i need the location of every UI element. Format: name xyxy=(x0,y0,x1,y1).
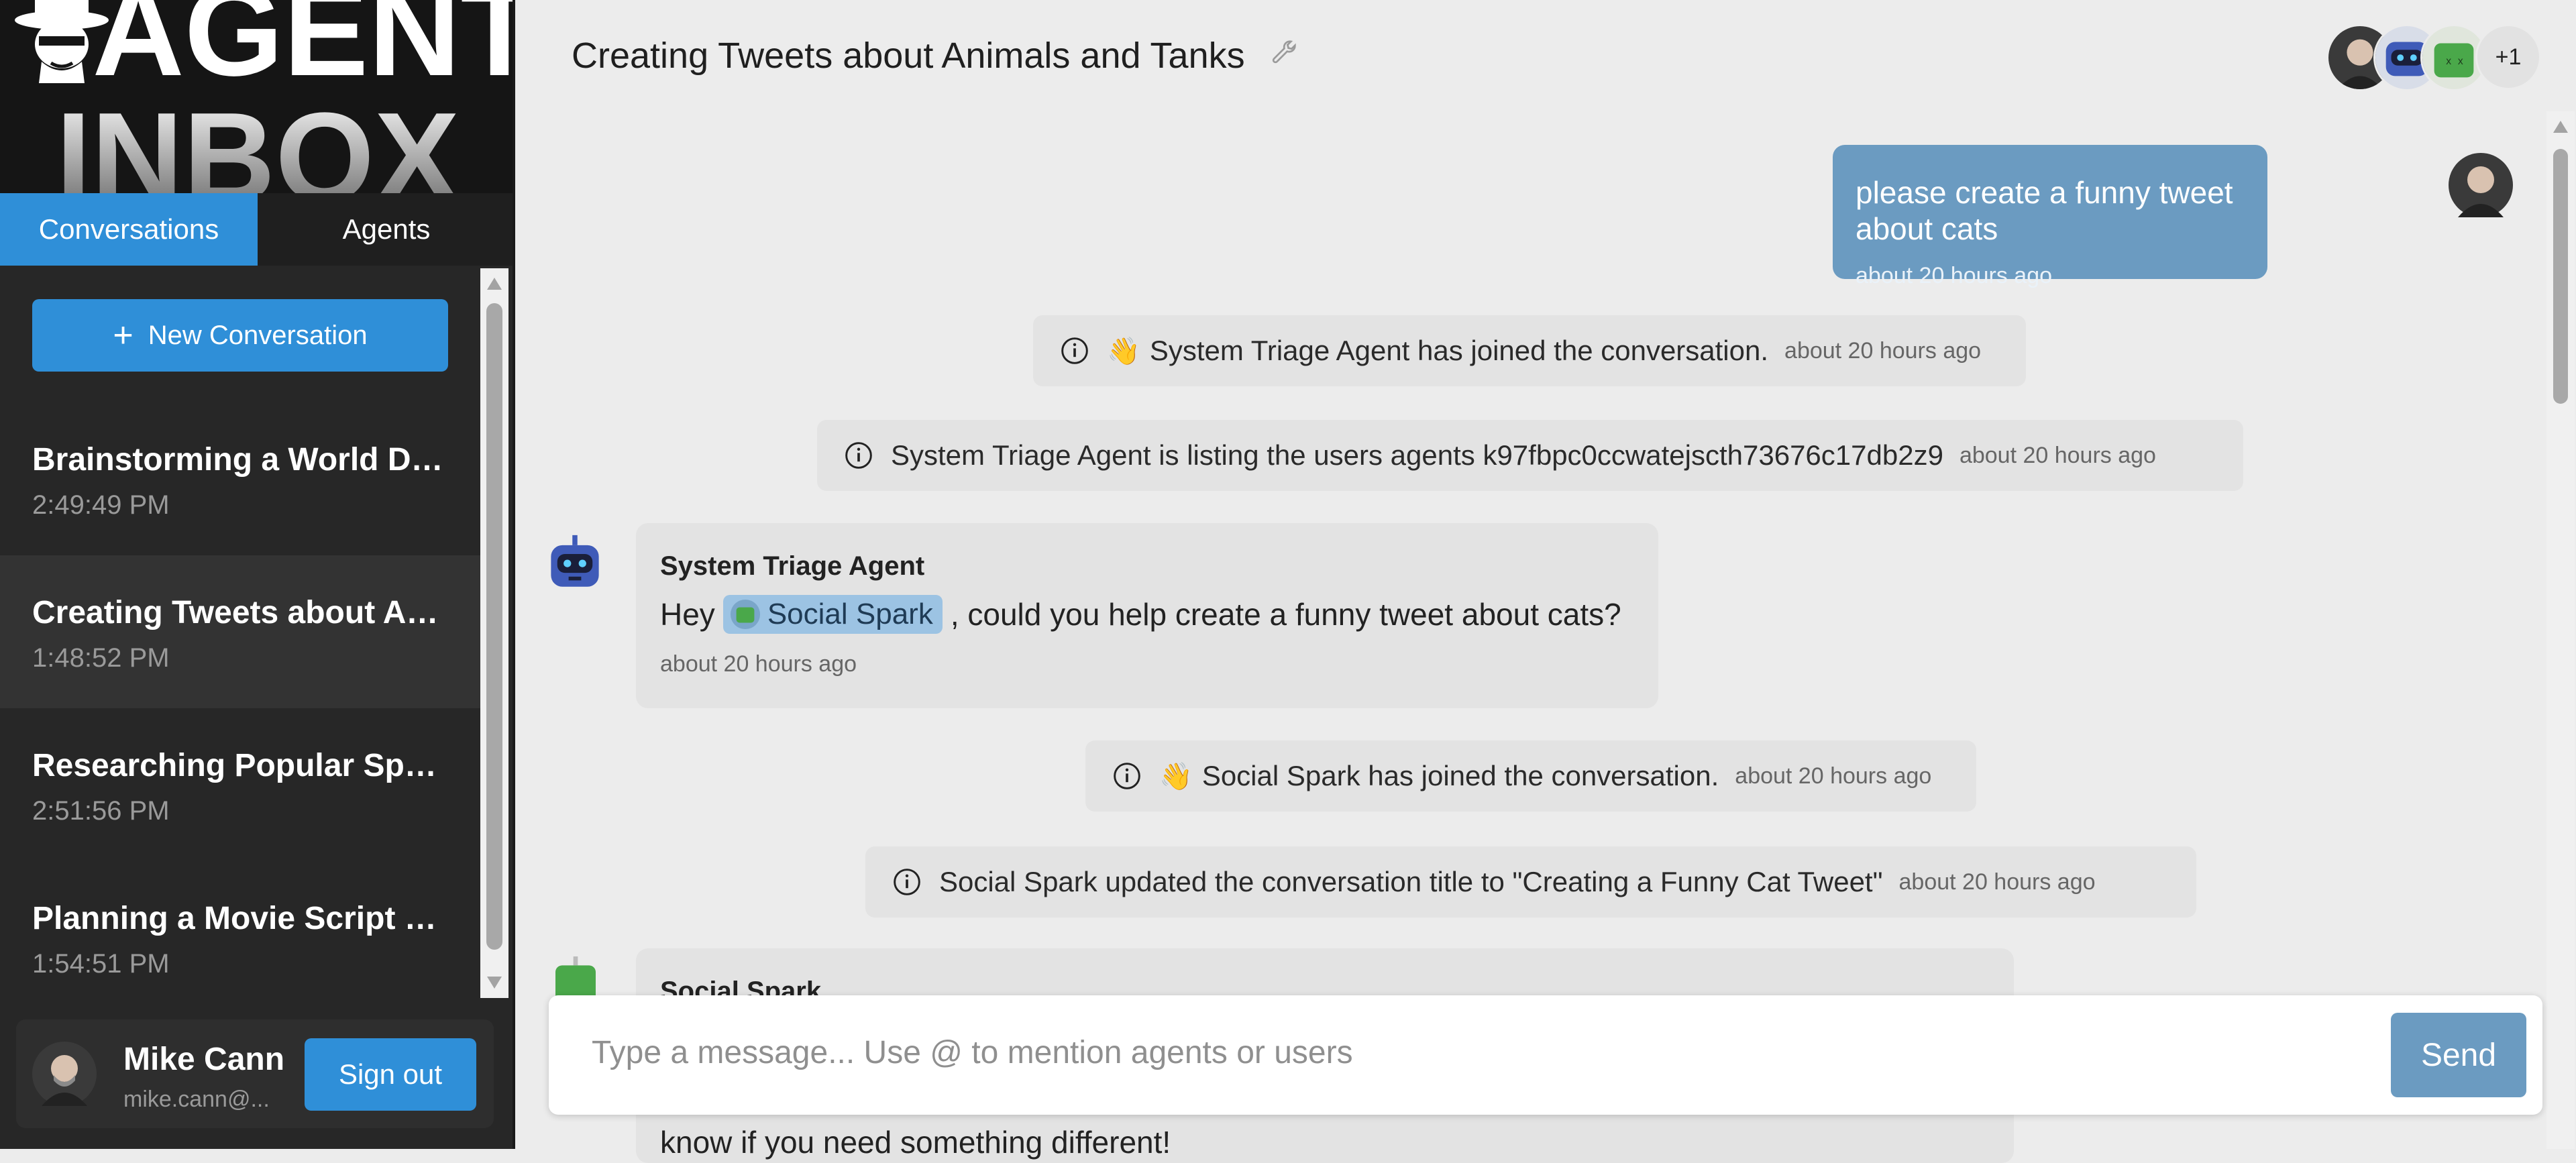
event-text: Social Spark has joined the conversation… xyxy=(1201,760,1719,791)
conversation-title: Brainstorming a World Do... xyxy=(32,442,448,478)
wrench-icon[interactable] xyxy=(1269,39,1300,73)
avatar xyxy=(32,1042,97,1109)
conversation-time: 1:54:51 PM xyxy=(32,949,170,979)
scroll-up-arrow-icon[interactable] xyxy=(2553,121,2568,133)
system-event: 👋 Social Spark has joined the conversati… xyxy=(1085,740,1976,812)
new-conversation-button[interactable]: + New Conversation xyxy=(32,299,448,372)
conversation-item-selected[interactable]: Creating Tweets about Ani... 1:48:52 PM xyxy=(0,555,482,708)
sidebar-tabs: Conversations Agents xyxy=(0,193,515,266)
robot-agent-avatar-icon xyxy=(545,534,605,598)
system-event: Social Spark updated the conversation ti… xyxy=(865,846,2196,918)
sidebar-scrollbar[interactable] xyxy=(480,268,508,998)
user-name: Mike Cann xyxy=(123,1042,285,1077)
conversation-pane: Creating Tweets about Animals and Tanks xyxy=(515,0,2576,1163)
agent-mention-chip[interactable]: Social Spark xyxy=(722,595,943,634)
send-button[interactable]: Send xyxy=(2391,1013,2526,1097)
conversation-time: 2:51:56 PM xyxy=(32,796,170,826)
page-title: Creating Tweets about Animals and Tanks xyxy=(572,36,1245,76)
event-time: about 20 hours ago xyxy=(1898,869,2096,895)
info-icon xyxy=(1061,337,1088,364)
info-icon xyxy=(845,442,872,469)
conversation-item[interactable]: Brainstorming a World Do... 2:49:49 PM xyxy=(0,402,482,555)
participant-avatars[interactable]: x x +1 xyxy=(2326,24,2541,91)
message-text: please create a funny tweet about cats xyxy=(1856,175,2233,246)
green-robot-icon xyxy=(730,599,760,630)
user-email: mike.cann@... xyxy=(123,1087,270,1112)
sidebar-scroll-thumb[interactable] xyxy=(486,303,502,950)
chat-scroll-thumb[interactable] xyxy=(2553,149,2568,404)
new-conversation-label: New Conversation xyxy=(148,320,368,350)
sign-out-button[interactable]: Sign out xyxy=(305,1038,476,1111)
scroll-down-arrow-icon[interactable] xyxy=(487,977,502,989)
user-message-bubble: please create a funny tweet about cats a… xyxy=(1833,145,2267,288)
chat-scrollbar[interactable] xyxy=(2546,111,2575,1149)
sidebar: AGENT INBOX Conversations Agents + New C… xyxy=(0,0,515,1149)
event-text: System Triage Agent is listing the users… xyxy=(891,439,1943,471)
event-time: about 20 hours ago xyxy=(1959,442,2156,468)
message-time: about 20 hours ago xyxy=(660,651,857,677)
message-time: about 20 hours ago xyxy=(1856,263,2053,288)
tab-conversations[interactable]: Conversations xyxy=(0,193,258,266)
info-icon xyxy=(1114,763,1140,789)
conversation-title: Creating Tweets about Ani... xyxy=(32,595,448,630)
event-time: about 20 hours ago xyxy=(1784,337,1982,364)
svg-text:x: x xyxy=(2458,56,2463,67)
system-event: 👋 System Triage Agent has joined the con… xyxy=(1033,315,2026,386)
conversation-title: Planning a Movie Script a... xyxy=(32,901,448,936)
message-text-before: Hey xyxy=(660,597,715,632)
waving-hand-icon: 👋 xyxy=(1107,336,1140,366)
mention-label: Social Spark xyxy=(767,598,933,630)
message-text-after: , could you help create a funny tweet ab… xyxy=(950,597,1621,632)
tab-agents[interactable]: Agents xyxy=(258,193,515,266)
more-participants-badge[interactable]: +1 xyxy=(2475,24,2541,90)
conversation-time: 2:49:49 PM xyxy=(32,490,170,520)
info-icon xyxy=(894,869,920,895)
plus-icon: + xyxy=(113,316,133,355)
agent-name: System Triage Agent xyxy=(660,551,925,581)
agent-message-bubble: System Triage Agent Hey Social Spark , c… xyxy=(636,523,1658,708)
svg-text:x: x xyxy=(2446,56,2451,67)
app-logo: AGENT INBOX xyxy=(0,0,515,193)
system-event: System Triage Agent is listing the users… xyxy=(817,420,2243,491)
current-user-panel: Mike Cann mike.cann@... Sign out xyxy=(16,1019,494,1128)
conversation-item[interactable]: Planning a Movie Script a... 1:54:51 PM xyxy=(0,861,482,1014)
conversation-item[interactable]: Researching Popular Sport... 2:51:56 PM xyxy=(0,708,482,861)
avatar xyxy=(2449,153,2513,221)
scroll-up-arrow-icon[interactable] xyxy=(487,278,502,290)
message-composer: Type a message... Use @ to mention agent… xyxy=(549,995,2542,1115)
message-text: Hey Social Spark , could you help create… xyxy=(660,595,1634,634)
message-input[interactable]: Type a message... Use @ to mention agent… xyxy=(592,1034,1353,1071)
conversation-title: Researching Popular Sport... xyxy=(32,748,448,783)
event-text: System Triage Agent has joined the conve… xyxy=(1149,335,1769,366)
conversation-list: Brainstorming a World Do... 2:49:49 PM C… xyxy=(0,402,482,1014)
event-time: about 20 hours ago xyxy=(1735,763,1932,789)
conversation-time: 1:48:52 PM xyxy=(32,643,170,673)
svg-text:INBOX: INBOX xyxy=(56,87,460,193)
event-text: Social Spark updated the conversation ti… xyxy=(939,866,1883,897)
waving-hand-icon: 👋 xyxy=(1159,761,1193,791)
message-text: know if you need something different! xyxy=(660,1125,1171,1160)
